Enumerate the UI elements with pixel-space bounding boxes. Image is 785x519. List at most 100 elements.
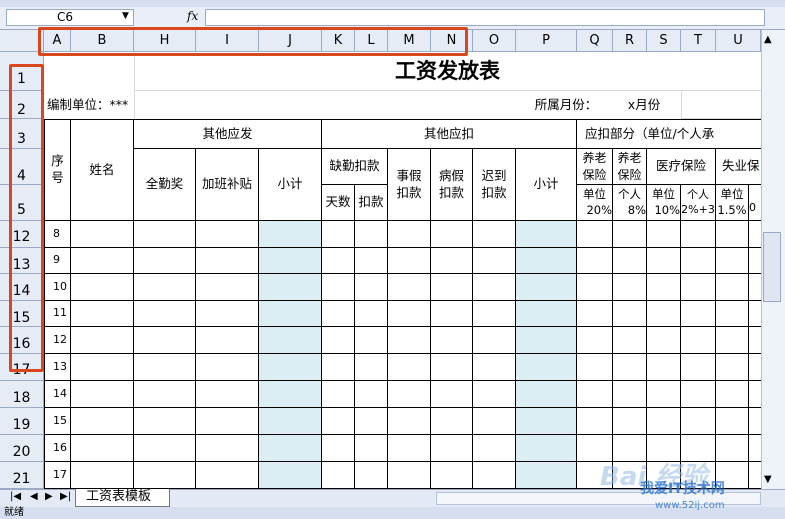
table-cell[interactable] xyxy=(388,354,431,381)
table-cell[interactable] xyxy=(134,221,196,248)
table-cell[interactable] xyxy=(716,435,749,462)
table-cell[interactable] xyxy=(716,327,749,354)
table-cell[interactable] xyxy=(577,301,613,327)
table-cell[interactable] xyxy=(431,435,473,462)
table-cell[interactable] xyxy=(431,462,473,489)
table-cell[interactable] xyxy=(355,435,388,462)
next-sheet-icon[interactable]: ▶ xyxy=(45,491,53,502)
table-cell[interactable] xyxy=(355,301,388,327)
table-cell[interactable] xyxy=(749,381,761,408)
table-cell[interactable] xyxy=(577,274,613,301)
table-cell[interactable] xyxy=(71,301,134,327)
table-cell[interactable] xyxy=(516,221,577,248)
table-cell[interactable] xyxy=(322,381,355,408)
table-cell[interactable] xyxy=(749,327,761,354)
fx-icon[interactable]: fx xyxy=(187,9,198,23)
name-box[interactable]: C6 xyxy=(6,9,134,26)
prev-sheet-icon[interactable]: ◀ xyxy=(30,491,38,502)
table-cell[interactable] xyxy=(516,274,577,301)
table-cell[interactable] xyxy=(473,381,516,408)
seq-cell[interactable]: 12 xyxy=(45,327,71,354)
table-cell[interactable] xyxy=(322,274,355,301)
table-cell[interactable] xyxy=(647,354,681,381)
table-cell[interactable] xyxy=(388,221,431,248)
table-cell[interactable] xyxy=(749,354,761,381)
header-deduct[interactable]: 扣款 xyxy=(355,185,388,221)
table-cell[interactable] xyxy=(71,462,134,489)
header-days[interactable]: 天数 xyxy=(322,185,355,221)
seq-cell[interactable]: 13 xyxy=(45,354,71,381)
header-medical[interactable]: 医疗保险 xyxy=(647,149,716,185)
table-cell[interactable] xyxy=(681,301,716,327)
table-cell[interactable] xyxy=(134,354,196,381)
table-cell[interactable] xyxy=(647,301,681,327)
table-cell[interactable] xyxy=(196,462,259,489)
table-cell[interactable] xyxy=(196,381,259,408)
header-pension-unit[interactable]: 养老保险 xyxy=(577,149,613,185)
table-cell[interactable] xyxy=(577,354,613,381)
rate-cell[interactable]: 单位 20% xyxy=(577,185,613,221)
table-cell[interactable] xyxy=(196,435,259,462)
table-cell[interactable] xyxy=(613,274,647,301)
table-cell[interactable] xyxy=(431,354,473,381)
seq-cell[interactable]: 17 xyxy=(45,462,71,489)
first-sheet-icon[interactable]: |◀ xyxy=(10,491,21,502)
header-seq[interactable]: 序号 xyxy=(45,120,71,221)
table-cell[interactable] xyxy=(749,462,761,489)
table-cell[interactable] xyxy=(516,354,577,381)
table-cell[interactable] xyxy=(749,221,761,248)
table-cell[interactable] xyxy=(322,248,355,274)
table-cell[interactable] xyxy=(473,327,516,354)
table-cell[interactable] xyxy=(259,274,322,301)
rate-cell[interactable]: 单位 10% xyxy=(647,185,681,221)
table-cell[interactable] xyxy=(431,301,473,327)
table-cell[interactable] xyxy=(196,327,259,354)
table-cell[interactable] xyxy=(681,248,716,274)
table-cell[interactable] xyxy=(196,221,259,248)
row-header[interactable]: 20 xyxy=(0,435,44,462)
seq-cell[interactable]: 10 xyxy=(45,274,71,301)
table-cell[interactable] xyxy=(431,221,473,248)
table-cell[interactable] xyxy=(749,435,761,462)
table-cell[interactable] xyxy=(613,248,647,274)
header-deduct-part[interactable]: 应扣部分（单位/个人承 xyxy=(577,120,761,149)
table-cell[interactable] xyxy=(322,408,355,435)
table-cell[interactable] xyxy=(322,221,355,248)
table-cell[interactable] xyxy=(577,248,613,274)
table-cell[interactable] xyxy=(716,354,749,381)
month-label[interactable]: 所属月份： xyxy=(516,91,616,119)
table-cell[interactable] xyxy=(516,435,577,462)
table-cell[interactable] xyxy=(388,274,431,301)
table-cell[interactable] xyxy=(516,248,577,274)
rate-cell[interactable]: 个人 2%+3 xyxy=(681,185,716,221)
table-cell[interactable] xyxy=(71,248,134,274)
table-cell[interactable] xyxy=(681,274,716,301)
table-cell[interactable] xyxy=(473,462,516,489)
table-cell[interactable] xyxy=(516,462,577,489)
vertical-scroll-thumb[interactable] xyxy=(763,232,781,302)
table-cell[interactable] xyxy=(388,462,431,489)
table-cell[interactable] xyxy=(71,435,134,462)
table-cell[interactable] xyxy=(322,354,355,381)
table-cell[interactable] xyxy=(647,248,681,274)
table-cell[interactable] xyxy=(647,381,681,408)
col-header-p[interactable]: P xyxy=(516,30,577,52)
tab-sheet[interactable]: 工资表模板 xyxy=(75,489,170,507)
table-cell[interactable] xyxy=(716,221,749,248)
table-cell[interactable] xyxy=(355,221,388,248)
table-cell[interactable] xyxy=(259,327,322,354)
table-cell[interactable] xyxy=(473,354,516,381)
table-cell[interactable] xyxy=(749,301,761,327)
rate-cell[interactable]: 单位 1.5% xyxy=(716,185,749,221)
last-sheet-icon[interactable]: ▶| xyxy=(60,491,71,502)
table-cell[interactable] xyxy=(647,408,681,435)
table-cell[interactable] xyxy=(196,408,259,435)
table-cell[interactable] xyxy=(681,354,716,381)
table-cell[interactable] xyxy=(388,435,431,462)
header-personal-leave[interactable]: 事假扣款 xyxy=(388,149,431,221)
row-header[interactable]: 19 xyxy=(0,408,44,435)
header-subtotal[interactable]: 小计 xyxy=(259,149,322,221)
table-cell[interactable] xyxy=(431,408,473,435)
scroll-down-icon[interactable]: ▼ xyxy=(764,474,772,485)
table-cell[interactable] xyxy=(431,274,473,301)
